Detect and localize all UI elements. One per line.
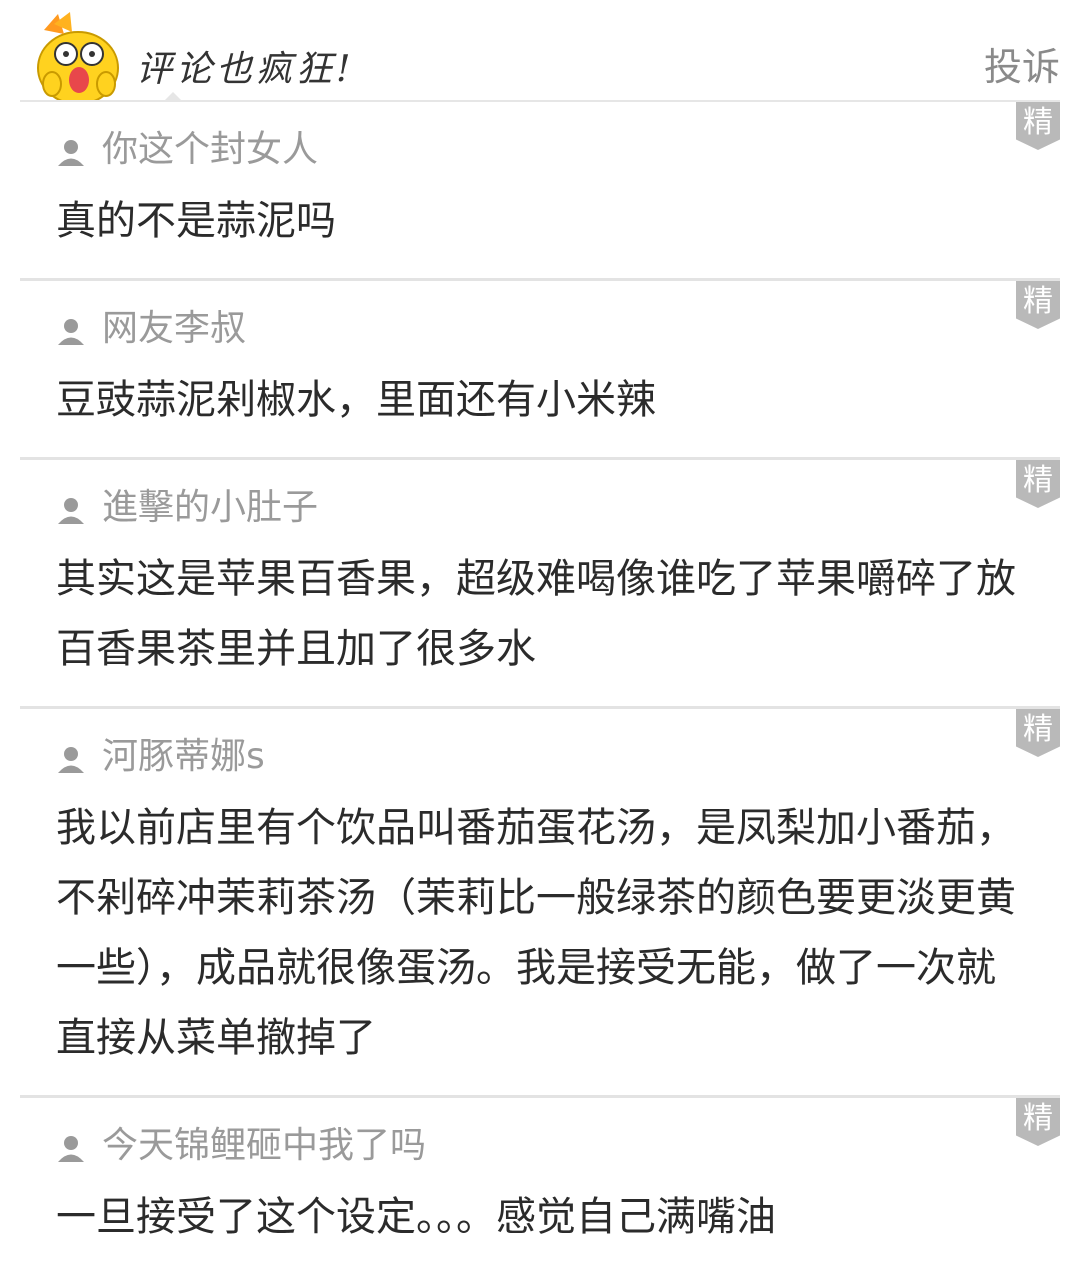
comment-text: 我以前店里有个饮品叫番茄蛋花汤，是凤梨加小番茄，不剁碎冲茉莉茶汤（茉莉比一般绿茶… xyxy=(56,805,1016,1061)
badge-label: 精 xyxy=(1023,105,1053,140)
featured-badge: 精 xyxy=(1016,1098,1060,1146)
username[interactable]: 网友李叔 xyxy=(102,305,246,353)
comment-item: 精 進擊的小肚子 其实这是苹果百香果，超级难喝像谁吃了苹果嚼碎了放百香果茶里并且… xyxy=(20,460,1060,709)
comment-text: 真的不是蒜泥吗 xyxy=(56,198,336,244)
featured-badge: 精 xyxy=(1016,460,1060,508)
report-button[interactable]: 投诉 xyxy=(984,36,1060,91)
badge-label: 精 xyxy=(1023,1101,1053,1136)
comment-item: 精 网友李叔 豆豉蒜泥剁椒水，里面还有小米辣 xyxy=(20,281,1060,460)
username[interactable]: 河豚蒂娜s xyxy=(102,733,265,781)
comment-text: 一旦接受了这个设定。。。感觉自己满嘴油 xyxy=(56,1194,776,1240)
badge-label: 精 xyxy=(1023,463,1053,498)
header: 评论也疯狂! 投诉 xyxy=(0,0,1080,102)
username[interactable]: 你这个封女人 xyxy=(102,126,318,174)
user-icon xyxy=(58,747,84,773)
header-notch xyxy=(164,92,182,101)
featured-badge: 精 xyxy=(1016,281,1060,329)
comment-list: 精 你这个封女人 真的不是蒜泥吗 精 网友李叔 豆豉蒜泥剁椒水，里面还有小米辣 … xyxy=(0,102,1080,1274)
badge-label: 精 xyxy=(1023,284,1053,319)
username[interactable]: 進擊的小肚子 xyxy=(102,484,318,532)
page-title: 评论也疯狂! xyxy=(136,49,355,90)
user-icon xyxy=(58,140,84,166)
user-icon xyxy=(58,319,84,345)
featured-badge: 精 xyxy=(1016,102,1060,150)
comment-text: 豆豉蒜泥剁椒水，里面还有小米辣 xyxy=(56,377,656,423)
mascot-icon xyxy=(37,12,119,102)
badge-label: 精 xyxy=(1023,712,1053,747)
featured-badge: 精 xyxy=(1016,709,1060,757)
username[interactable]: 今天锦鲤砸中我了吗 xyxy=(102,1122,426,1170)
comment-text: 其实这是苹果百香果，超级难喝像谁吃了苹果嚼碎了放百香果茶里并且加了很多水 xyxy=(56,556,1016,672)
user-icon xyxy=(58,1136,84,1162)
comment-item: 精 河豚蒂娜s 我以前店里有个饮品叫番茄蛋花汤，是凤梨加小番茄，不剁碎冲茉莉茶汤… xyxy=(20,709,1060,1098)
comment-item: 精 今天锦鲤砸中我了吗 一旦接受了这个设定。。。感觉自己满嘴油 xyxy=(20,1098,1060,1274)
user-icon xyxy=(58,498,84,524)
comment-item: 精 你这个封女人 真的不是蒜泥吗 xyxy=(20,102,1060,281)
